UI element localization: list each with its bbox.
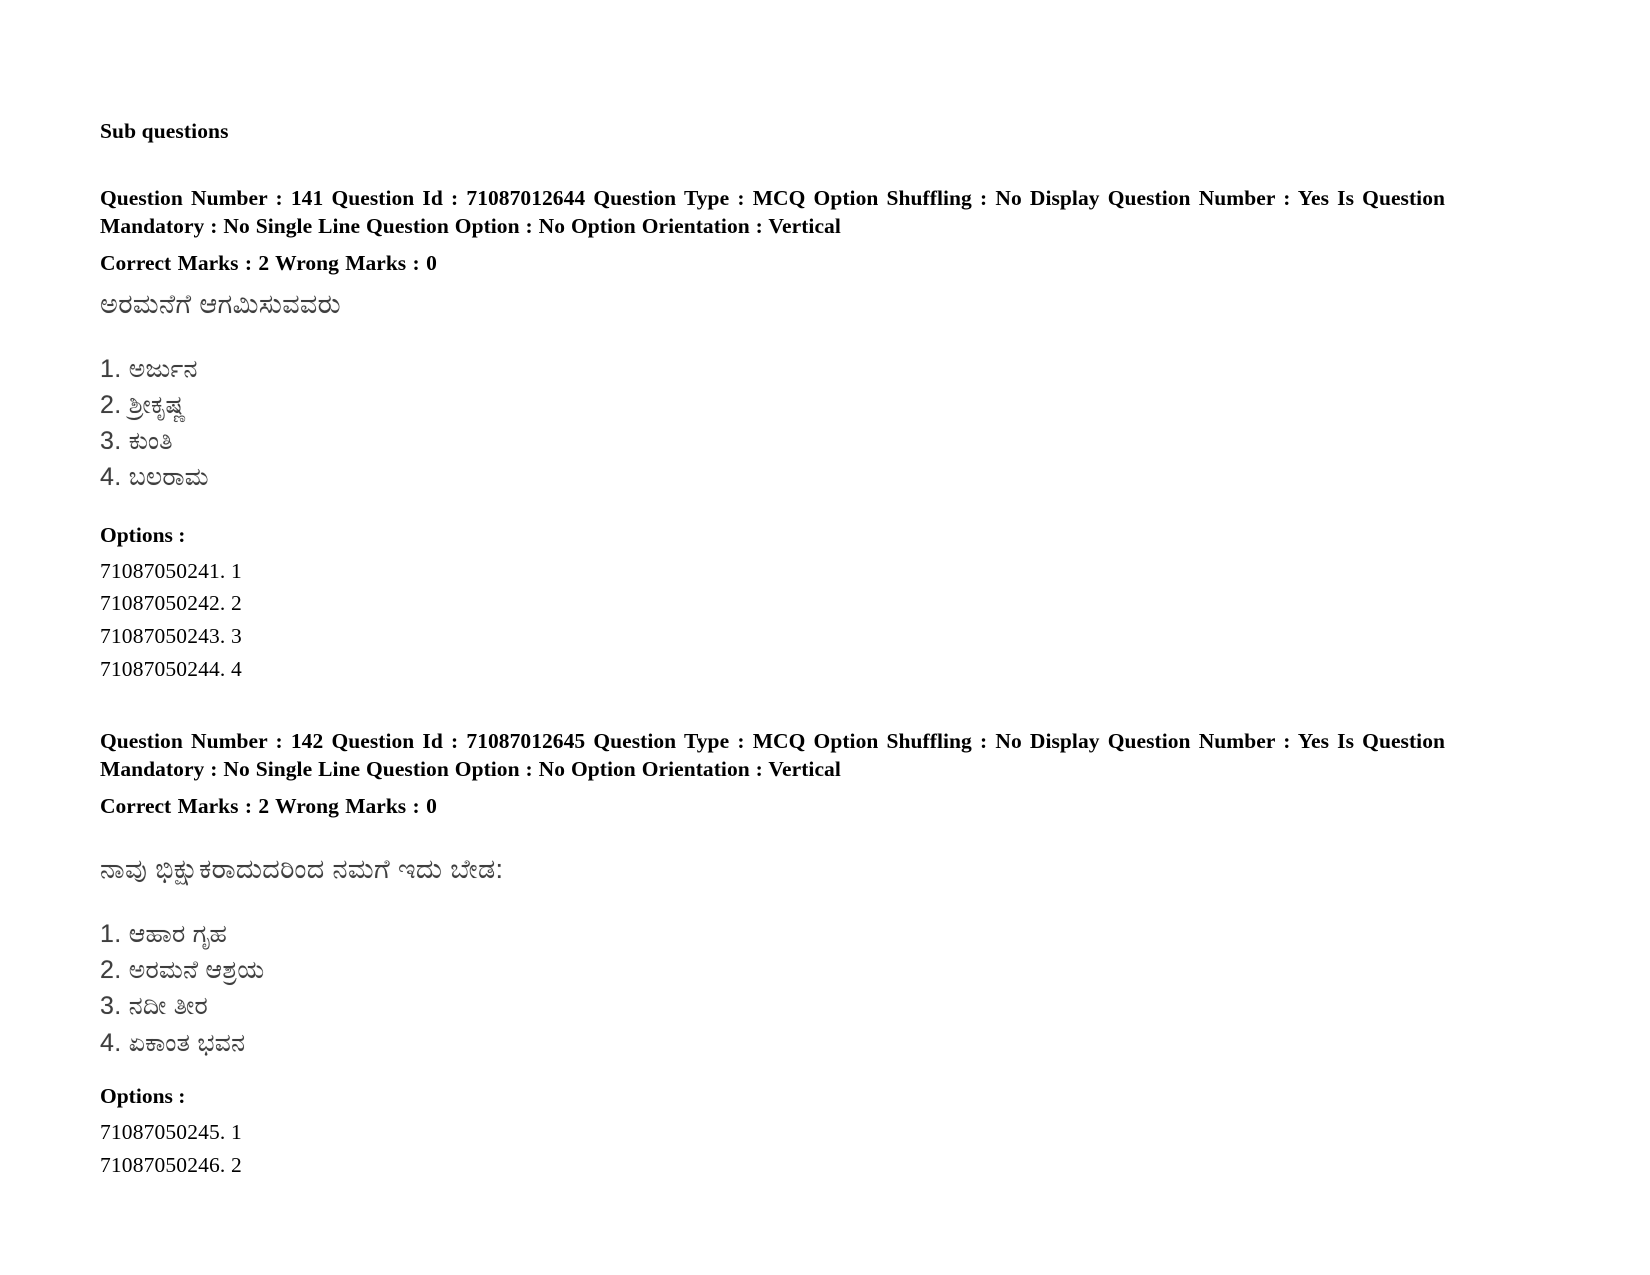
question-choice: 2. ಶ್ರೀಕೃಷ್ಣ <box>100 390 187 419</box>
question-meta-line: Question Number : 142 Question Id : 7108… <box>100 729 1445 781</box>
question-choice: 4. ಏಕಾಂತ ಭವನ <box>100 1028 246 1057</box>
option-id-row: 71087050242. 2 <box>100 591 242 616</box>
option-id-row: 71087050245. 1 <box>100 1119 242 1144</box>
question-choice: 2. ಅರಮನೆ ಆಶ್ರಯ <box>100 956 265 985</box>
section-heading: Sub questions <box>100 119 229 143</box>
option-id-list: 71087050245. 1 71087050246. 2 <box>100 1116 1445 1182</box>
options-label: Options : <box>100 522 186 547</box>
option-id-row: 71087050243. 3 <box>100 624 242 649</box>
option-id-row: 71087050241. 1 <box>100 558 242 583</box>
question-choice: 3. ನದೀ ತೀರ <box>100 992 209 1021</box>
option-id-list: 71087050241. 1 71087050242. 2 7108705024… <box>100 555 1445 687</box>
question-meta-line: Question Number : 141 Question Id : 7108… <box>100 185 1445 238</box>
question-choice: 1. ಅರ್ಜುನ <box>100 354 198 383</box>
question-block-142: Question Number : 142 Question Id : 7108… <box>100 728 1445 1181</box>
document-page: Sub questions Question Number : 141 Ques… <box>0 0 1650 1275</box>
question-stem-text: ನಾವು ಭಿಕ್ಷುಕರಾದುದರಿಂದ ನಮಗೆ ಇದು ಬೇಡ: <box>100 853 504 884</box>
question-marks-line: Correct Marks : 2 Wrong Marks : 0 <box>100 250 437 275</box>
question-choice: 3. ಕುಂತಿ <box>100 427 173 456</box>
question-choice: 4. ಬಲರಾಮ <box>100 463 209 492</box>
question-stem-text: ಅರಮನೆಗೆ ಆಗಮಿಸುವವರು <box>100 288 341 319</box>
options-label: Options : <box>100 1083 186 1108</box>
question-block-141: Question Number : 141 Question Id : 7108… <box>100 185 1445 686</box>
option-id-row: 71087050246. 2 <box>100 1152 242 1177</box>
page-content: Sub questions Question Number : 141 Ques… <box>100 118 1445 1181</box>
question-choice: 1. ಆಹಾರ ಗೃಹ <box>100 919 228 948</box>
question-choice-list: 1. ಆಹಾರ ಗೃಹ 2. ಅರಮನೆ ಆಶ್ರಯ 3. ನದೀ ತೀರ 4.… <box>100 916 1445 1061</box>
question-choice-list: 1. ಅರ್ಜುನ 2. ಶ್ರೀಕೃಷ್ಣ 3. ಕುಂತಿ 4. ಬಲರಾಮ <box>100 351 1445 496</box>
question-marks-line: Correct Marks : 2 Wrong Marks : 0 <box>100 793 437 818</box>
option-id-row: 71087050244. 4 <box>100 657 242 682</box>
